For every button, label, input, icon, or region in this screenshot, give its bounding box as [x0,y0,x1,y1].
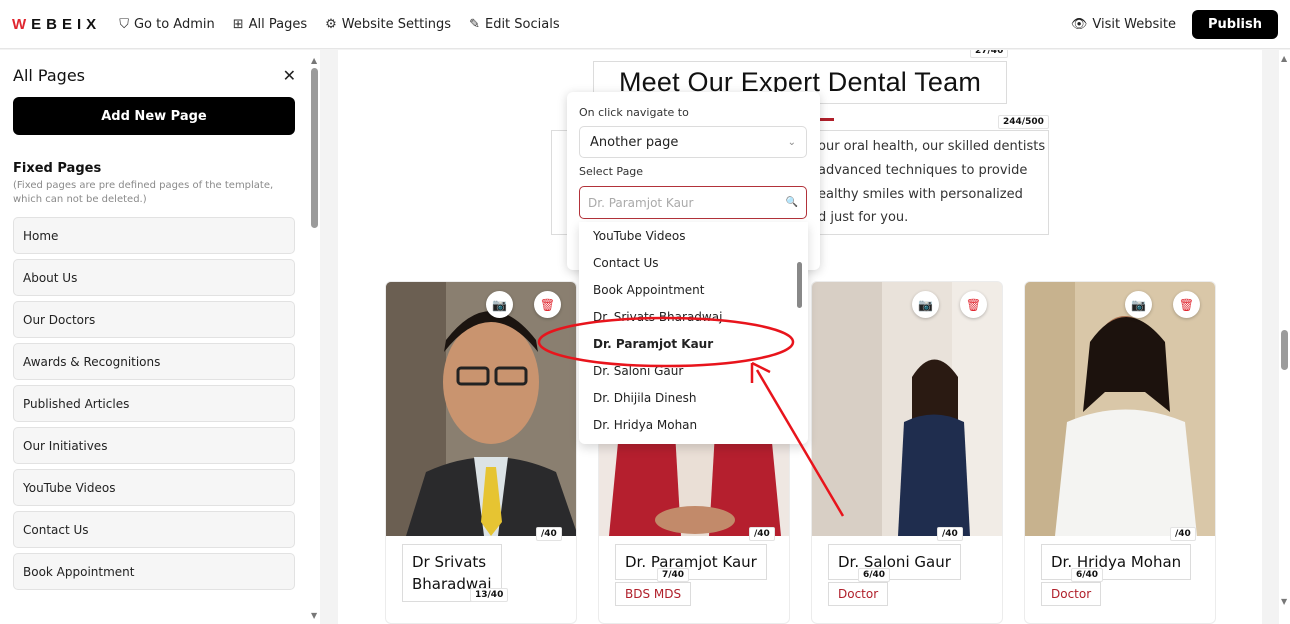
name-char-counter: 6/40 [858,568,891,582]
add-new-page-button[interactable]: Add New Page [13,97,295,135]
navigate-type-value: Another page [590,134,679,150]
sidebar-item-about-us[interactable]: About Us [13,259,295,296]
main-scroll-thumb[interactable] [1281,330,1288,370]
paragraph-char-counter: 244/500 [998,115,1049,129]
card-counter: /40 [536,527,562,541]
navigate-type-select[interactable]: Another page ⌄ [579,126,807,158]
doctor-card: 📷 🗑 /40 Dr Srivats Bharadwaj 13/40 [385,281,577,624]
pencil-icon: ✎ [469,16,480,32]
list-item[interactable]: Dr. Dhijila Dinesh [579,384,808,411]
page-search-input[interactable] [588,195,786,210]
page-search-field[interactable]: 🔍 [579,186,807,219]
eye-icon: 👁 [1070,16,1088,32]
sidebar-item-book-appointment[interactable]: Book Appointment [13,553,295,590]
fixed-pages-list: Home About Us Our Doctors Awards & Recog… [13,217,295,590]
doctor-photo[interactable] [386,282,577,536]
doctor-category-field[interactable]: Doctor [828,582,889,606]
camera-icon[interactable]: 📷 [1125,291,1152,318]
list-item[interactable]: Dr. Saloni Gaur [579,357,808,384]
logo-text-rest: EBEIX [31,15,102,33]
list-item[interactable]: Dr. Srivats Bharadwaj [579,303,808,330]
doctor-name-field[interactable]: Dr. Paramjot Kaur [615,544,767,580]
camera-icon[interactable]: 📷 [486,291,513,318]
navigate-label: On click navigate to [579,106,689,119]
all-pages-link[interactable]: ⊞ All Pages [233,17,307,32]
doctor-name-line: Dr Srivats [412,553,487,571]
go-to-admin-link[interactable]: ⛉ Go to Admin [119,17,215,32]
list-item[interactable]: YouTube Videos [579,222,808,249]
card-counter: /40 [749,527,775,541]
sidebar-item-our-initiatives[interactable]: Our Initiatives [13,427,295,464]
top-bar: W EBEIX ⛉ Go to Admin ⊞ All Pages ⚙ Websi… [0,0,1290,49]
sidebar-item-contact-us[interactable]: Contact Us [13,511,295,548]
list-item[interactable]: Dr. Hridya Mohan [579,411,808,438]
sidebar-item-awards[interactable]: Awards & Recognitions [13,343,295,380]
sidebar-item-home[interactable]: Home [13,217,295,254]
name-char-counter: 7/40 [657,568,690,582]
doctor-card: 📷 🗑 /40 Dr. Saloni Gaur 6/40 Doctor [811,281,1003,624]
trash-icon[interactable]: 🗑 [1173,291,1200,318]
fixed-pages-description: (Fixed pages are pre defined pages of th… [13,180,274,205]
paragraph-line: ealthy smiles with personalized [818,187,1023,202]
shield-icon: ⛉ [119,16,129,32]
chevron-down-icon: ⌄ [787,136,796,148]
sidebar-item-published-articles[interactable]: Published Articles [13,385,295,422]
sidebar-item-youtube-videos[interactable]: YouTube Videos [13,469,295,506]
search-icon: 🔍 [785,197,798,208]
all-pages-sidebar: All Pages ✕ Add New Page Fixed Pages (Fi… [0,50,320,624]
name-char-counter: 13/40 [470,588,509,602]
options-scroll-thumb[interactable] [797,262,802,308]
doctor-category-field[interactable]: BDS MDS [615,582,692,606]
publish-button[interactable]: Publish [1192,9,1278,39]
gear-icon: ⚙ [325,16,337,32]
visit-website-link[interactable]: 👁 Visit Website [1071,17,1176,32]
scroll-down-icon[interactable]: ▼ [311,611,317,620]
close-icon[interactable]: ✕ [283,66,296,85]
fixed-pages-title: Fixed Pages [13,161,102,176]
list-item-selected[interactable]: Dr. Paramjot Kaur [579,330,808,357]
doctor-name-line: Dr. Saloni Gaur [838,553,951,571]
doctor-name-field[interactable]: Dr. Saloni Gaur [828,544,961,580]
doctor-card: 📷 🗑 /40 Dr. Hridya Mohan 6/40 Doctor [1024,281,1216,624]
trash-icon[interactable]: 🗑 [534,291,561,318]
scroll-up-icon[interactable]: ▲ [311,56,317,65]
sidebar-title: All Pages [13,66,85,85]
sidebar-scrollbar[interactable]: ▲ ▼ [309,50,320,624]
list-item[interactable]: Contact Us [579,249,808,276]
grid-icon: ⊞ [232,16,244,32]
website-settings-link[interactable]: ⚙ Website Settings [325,17,451,32]
name-char-counter: 6/40 [1071,568,1104,582]
camera-icon[interactable]: 📷 [912,291,939,318]
trash-icon[interactable]: 🗑 [960,291,987,318]
paragraph-line: advanced techniques to provide [818,163,1028,178]
sidebar-scroll-thumb[interactable] [311,68,318,228]
paragraph-line: d just for you. [818,210,909,225]
select-page-label: Select Page [579,165,644,178]
heading-accent-line [818,118,834,121]
sidebar-item-our-doctors[interactable]: Our Doctors [13,301,295,338]
scroll-up-icon[interactable]: ▲ [1281,54,1287,63]
card-counter: /40 [1170,527,1196,541]
doctor-name-field[interactable]: Dr. Hridya Mohan [1041,544,1192,580]
list-item[interactable]: Book Appointment [579,276,808,303]
doctor-photo[interactable] [812,282,1003,536]
webeix-logo[interactable]: W EBEIX [12,16,101,33]
page-options-list[interactable]: YouTube Videos Contact Us Book Appointme… [579,222,808,444]
doctor-category-field[interactable]: Doctor [1041,582,1102,606]
main-scrollbar[interactable]: ▲ ▼ [1279,50,1290,624]
paragraph-line: our oral health, our skilled dentists [818,139,1046,154]
heading-char-counter: 27/40 [970,50,1009,58]
card-counter: /40 [937,527,963,541]
scroll-down-icon[interactable]: ▼ [1281,597,1287,606]
doctor-name-line: Dr. Paramjot Kaur [625,553,757,571]
doctor-photo[interactable] [1025,282,1216,536]
edit-socials-link[interactable]: ✎ Edit Socials [469,17,560,32]
